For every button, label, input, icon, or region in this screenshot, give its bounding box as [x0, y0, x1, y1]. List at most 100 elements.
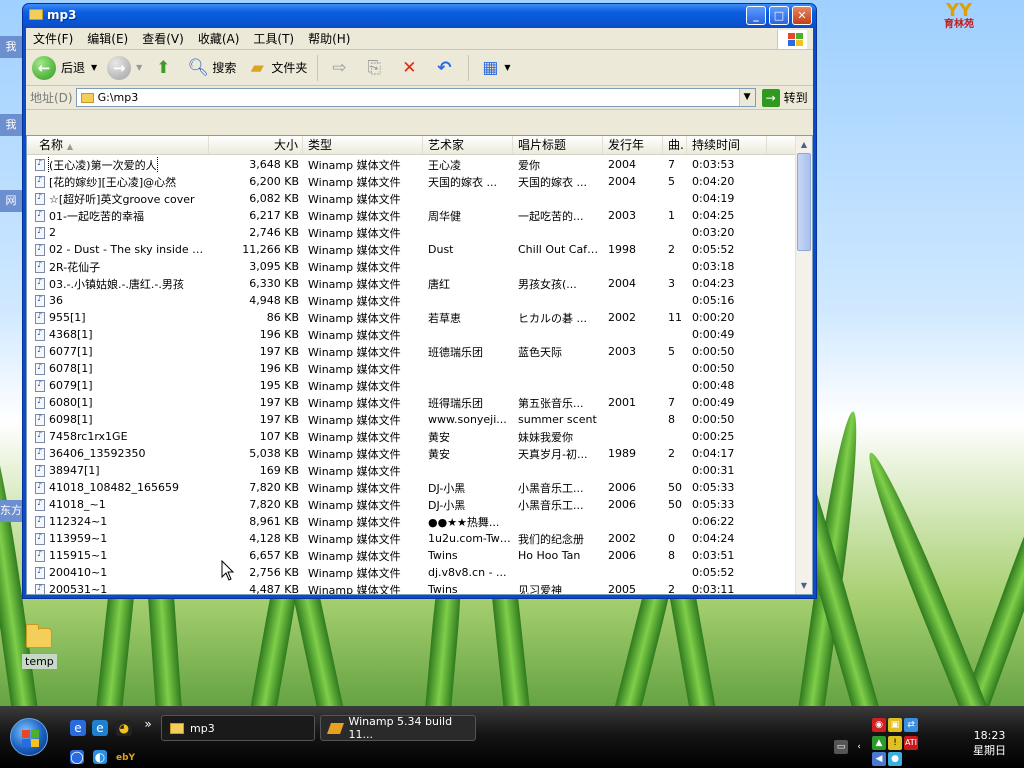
tray-expand-icon[interactable]: ‹ — [852, 740, 866, 754]
file-row[interactable]: 2R-花仙子 3,095 KB Winamp 媒体文件 0:03:18 — [27, 258, 795, 275]
menu-file[interactable]: 文件(F) — [26, 30, 80, 47]
ie-icon[interactable]: e — [70, 720, 86, 736]
network-icon[interactable]: ⇄ — [904, 718, 918, 732]
scroll-down-icon[interactable]: ▼ — [796, 577, 812, 594]
up-button[interactable]: ⬆ — [152, 57, 177, 79]
file-row[interactable]: 41018_~1 7,820 KB Winamp 媒体文件 DJ-小黑 小黑音乐工...… — [27, 496, 795, 513]
delete-icon: ✕ — [402, 57, 417, 78]
folders-button[interactable]: ▰ 文件夹 — [246, 57, 308, 79]
file-row[interactable]: 6079[1] 195 KB Winamp 媒体文件 0:00:48 — [27, 377, 795, 394]
file-type: Winamp 媒体文件 — [308, 328, 401, 342]
column-track[interactable]: 曲. — [663, 136, 687, 154]
column-year[interactable]: 发行年 — [603, 136, 663, 154]
file-name-label: 4368[1] — [49, 328, 93, 341]
file-row[interactable]: 36 4,948 KB Winamp 媒体文件 0:05:16 — [27, 292, 795, 309]
desktop-icon-partial[interactable]: 我 — [0, 114, 22, 136]
scroll-thumb[interactable] — [797, 153, 811, 251]
back-button[interactable]: ← 后退 ▼ — [32, 55, 97, 80]
column-size[interactable]: 大小 — [209, 136, 303, 154]
title-bar[interactable]: mp3 _ □ ✕ — [23, 4, 816, 28]
file-row[interactable]: 36406_13592350 5,038 KB Winamp 媒体文件 黄安 天真岁月-… — [27, 445, 795, 462]
file-type: Winamp 媒体文件 — [308, 498, 401, 512]
file-row[interactable]: 112324~1 8,961 KB Winamp 媒体文件 ●●★★热舞... 0:06… — [27, 513, 795, 530]
column-type[interactable]: 类型 — [303, 136, 423, 154]
column-duration[interactable]: 持续时间 — [687, 136, 767, 154]
close-button[interactable]: ✕ — [792, 6, 812, 25]
ati-icon[interactable]: ATI — [904, 736, 918, 750]
go-button[interactable]: → 转到 — [761, 88, 808, 107]
antivirus-icon[interactable]: ◉ — [872, 718, 886, 732]
browser-icon[interactable]: ◐ — [93, 750, 107, 764]
maximize-button[interactable]: □ — [769, 6, 789, 25]
menu-edit[interactable]: 编辑(E) — [80, 30, 135, 47]
file-year: 1989 — [608, 447, 636, 460]
file-row[interactable]: 6077[1] 197 KB Winamp 媒体文件 班德瑞乐团 蓝色天际 2003 5 0:… — [27, 343, 795, 360]
menu-view[interactable]: 查看(V) — [135, 30, 191, 47]
move-to-button[interactable]: ⇨ — [328, 57, 353, 79]
file-size: 4,487 KB — [249, 583, 299, 595]
search-button[interactable]: 🔍︎ 搜索 — [187, 57, 237, 79]
quicklaunch-more-icon[interactable]: » — [140, 716, 156, 732]
qq-icon[interactable]: ◕ — [116, 720, 132, 736]
file-row[interactable]: 113959~1 4,128 KB Winamp 媒体文件 1u2u.com-Twin… — [27, 530, 795, 547]
file-row[interactable]: 6098[1] 197 KB Winamp 媒体文件 www.sonyeji... su… — [27, 411, 795, 428]
undo-button[interactable]: ↶ — [433, 57, 458, 79]
lock-icon[interactable]: ▣ — [888, 718, 902, 732]
desktop-icon-partial[interactable]: 东方 — [0, 500, 22, 522]
ebay-icon[interactable]: ebY — [116, 750, 135, 766]
file-size: 6,200 KB — [249, 175, 299, 188]
file-row[interactable]: 03.-.小镇姑娘.-.唐红.-.男孩 6,330 KB Winamp 媒体文件 唐红… — [27, 275, 795, 292]
menu-favorites[interactable]: 收藏(A) — [191, 30, 247, 47]
desktop-icon-partial[interactable]: 网 — [0, 190, 22, 212]
file-row[interactable]: 38947[1] 169 KB Winamp 媒体文件 0:00:31 — [27, 462, 795, 479]
file-duration: 0:06:22 — [692, 515, 735, 528]
file-type: Winamp 媒体文件 — [308, 396, 401, 410]
menu-help[interactable]: 帮助(H) — [301, 30, 357, 47]
file-row[interactable]: 41018_108482_165659 7,820 KB Winamp 媒体文件 DJ… — [27, 479, 795, 496]
minimize-button[interactable]: _ — [746, 6, 766, 25]
file-row[interactable]: 02 - Dust - The sky inside a ro... 11,266… — [27, 241, 795, 258]
delete-button[interactable]: ✕ — [398, 57, 423, 79]
views-button[interactable]: ▦ ▼ — [479, 57, 510, 79]
file-row[interactable]: 200410~12,756 KBWinamp 媒体文件dj.v8v8.cn - … — [27, 564, 795, 581]
column-name[interactable]: 名称 ▲ — [27, 136, 209, 154]
update-icon[interactable]: ▲ — [872, 736, 886, 750]
file-row[interactable]: 115915~16,657 KBWinamp 媒体文件TwinsHo Hoo T… — [27, 547, 795, 564]
file-row[interactable]: ☆[超好听]英文groove cover 6,082 KB Winamp 媒体文件 0… — [27, 190, 795, 207]
column-artist[interactable]: 艺术家 — [423, 136, 513, 154]
address-input[interactable]: G:\mp3 ▼ — [75, 88, 756, 107]
file-row[interactable]: 4368[1] 196 KB Winamp 媒体文件 0:00:49 — [27, 326, 795, 343]
globe-icon[interactable]: ● — [888, 752, 902, 766]
start-button[interactable] — [10, 718, 48, 756]
file-row[interactable]: 2 2,746 KB Winamp 媒体文件 0:03:20 — [27, 224, 795, 241]
forward-button[interactable]: → ▼ — [107, 55, 142, 80]
file-row[interactable]: 6080[1] 197 KB Winamp 媒体文件 班得瑞乐团 第五张音乐... 200… — [27, 394, 795, 411]
column-album[interactable]: 唱片标题 — [513, 136, 603, 154]
volume-icon[interactable]: ◀ — [872, 752, 886, 766]
taskbar-item-winamp[interactable]: Winamp 5.34 build 11... — [320, 715, 476, 741]
file-row[interactable]: 955[1] 86 KB Winamp 媒体文件 若草恵 ヒカルの碁 ... 2002 11… — [27, 309, 795, 326]
file-row[interactable]: [花的嫁纱][王心凌]@心然 6,200 KB Winamp 媒体文件 天国的嫁衣 .… — [27, 173, 795, 190]
desktop-icon-partial[interactable]: 我 — [0, 36, 22, 58]
file-row[interactable]: 200531~1 4,487 KB Winamp 媒体文件 Twins 见习爱神 2005… — [27, 581, 795, 595]
file-row[interactable]: 7458rc1rx1GE 107 KB Winamp 媒体文件 黄安 妹妹我爱你 0:00… — [27, 428, 795, 445]
desktop-folder-temp[interactable]: temp — [22, 624, 57, 669]
file-row[interactable]: 6078[1] 196 KB Winamp 媒体文件 0:00:50 — [27, 360, 795, 377]
keyboard-icon[interactable]: ▭ — [834, 740, 848, 754]
search-icon[interactable]: ◯ — [70, 750, 84, 764]
yy-logo: YY 育林苑 — [944, 0, 974, 30]
menu-tools[interactable]: 工具(T) — [246, 30, 301, 47]
file-row[interactable]: 01-一起吃苦的幸福 6,217 KB Winamp 媒体文件 周华健 一起吃苦的...… — [27, 207, 795, 224]
ie-settings-icon[interactable]: e — [92, 720, 108, 736]
vertical-scrollbar[interactable]: ▲ ▼ — [795, 136, 812, 594]
scroll-up-icon[interactable]: ▲ — [796, 136, 812, 153]
clock[interactable]: 18:23 星期日 — [973, 728, 1006, 758]
warning-icon[interactable]: ! — [888, 736, 902, 750]
file-artist: DJ-小黑 — [428, 498, 466, 512]
copy-to-button[interactable]: ⎘ — [363, 57, 388, 79]
file-size: 3,648 KB — [249, 158, 299, 171]
file-row[interactable]: (王心凌)第一次爱的人 3,648 KB Winamp 媒体文件 王心凌 爱你 2004 7… — [27, 156, 795, 173]
file-type: Winamp 媒体文件 — [308, 209, 401, 223]
chevron-down-icon[interactable]: ▼ — [738, 89, 755, 106]
taskbar-item-mp3[interactable]: mp3 — [161, 715, 315, 741]
